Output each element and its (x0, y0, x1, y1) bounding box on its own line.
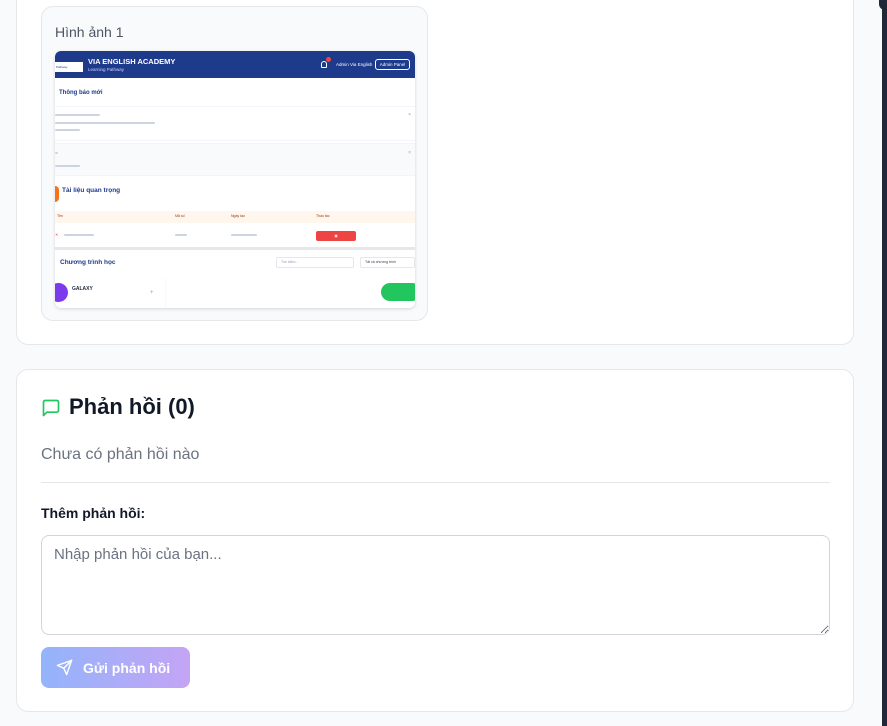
close-icon: × (408, 150, 411, 156)
message-square-icon (42, 399, 60, 417)
thumb-docs-title: Tài liệu quan trọng (62, 187, 121, 194)
bell-icon (321, 61, 327, 68)
thumb-divider (55, 247, 415, 250)
thumb-view-button: ▣ (316, 231, 356, 241)
thumb-notice-item: × (55, 143, 415, 176)
thumb-th: Thao tác (316, 214, 330, 218)
feedback-card: Phản hồi (0) Chưa có phản hồi nào Thêm p… (16, 369, 854, 712)
thumb-search: Tìm kiếm... (276, 257, 354, 268)
thumb-table-header: Tên Mã số Ngày tạo Thao tác (55, 211, 415, 223)
thumb-admin-button: Admin Panel (375, 59, 410, 70)
thumb-programs-title: Chương trình học (60, 259, 116, 266)
close-icon: × (408, 112, 411, 118)
image-thumbnail[interactable]: Pathway VIA ENGLISH ACADEMY Learning Pat… (55, 51, 415, 308)
thumb-table-row: ✕ ▣ (55, 227, 415, 243)
thumb-green-button (381, 283, 415, 301)
send-icon (56, 659, 73, 676)
thumb-th: Ngày tạo (231, 214, 246, 218)
thumb-th: Mã số (175, 214, 185, 218)
send-feedback-button[interactable]: Gửi phản hồi (41, 647, 190, 688)
thumb-notice-item: × (55, 106, 415, 141)
thumb-app-title: VIA ENGLISH ACADEMY (88, 57, 176, 66)
plus-icon: + (150, 290, 154, 296)
thumb-app-subtitle: Learning Pathway (88, 67, 125, 72)
notification-dot (326, 57, 331, 62)
add-feedback-label: Thêm phản hồi: (41, 505, 146, 521)
divider (41, 482, 830, 483)
image-tile[interactable]: Hình ảnh 1 Pathway VIA ENGLISH ACADEMY L… (41, 6, 428, 321)
docs-accent (55, 186, 59, 202)
window-edge (879, 0, 887, 726)
feedback-empty-text: Chưa có phản hồi nào (41, 446, 200, 463)
thumb-logo: Pathway (55, 62, 83, 72)
feedback-textarea[interactable] (41, 535, 830, 635)
thumb-notices-title: Thông báo mới (59, 90, 103, 96)
feedback-title: Phản hồi (0) (69, 394, 195, 419)
thumb-th: Tên (57, 214, 64, 218)
thumb-course-name: GALAXY (72, 286, 93, 292)
send-feedback-label: Gửi phản hồi (83, 659, 171, 676)
image-label: Hình ảnh 1 (55, 24, 124, 40)
thumb-user-name: Admin Via English (336, 62, 373, 67)
file-icon: ✕ (55, 232, 59, 237)
attachments-card: Hình ảnh 1 Pathway VIA ENGLISH ACADEMY L… (16, 0, 854, 345)
thumb-filter: Tất cả chương trình (360, 257, 415, 268)
